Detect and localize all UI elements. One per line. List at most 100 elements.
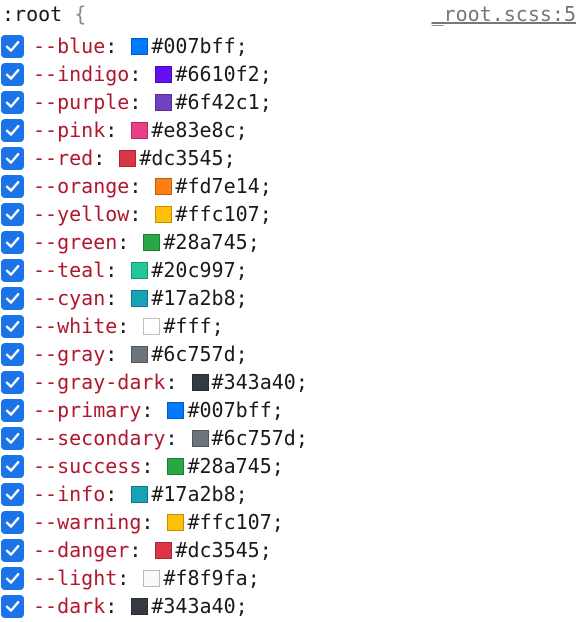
enable-checkbox[interactable]: [1, 174, 24, 198]
property-value[interactable]: #17a2b8: [151, 286, 235, 310]
enable-checkbox[interactable]: [1, 286, 24, 310]
property-value[interactable]: #28a745: [187, 454, 271, 478]
property-value[interactable]: #6f42c1: [175, 90, 259, 114]
declaration-row: --light: #f8f9fa;: [0, 564, 578, 592]
color-swatch[interactable]: [167, 457, 185, 475]
enable-checkbox[interactable]: [1, 482, 24, 506]
property-value[interactable]: #343a40: [212, 370, 296, 394]
color-swatch[interactable]: [131, 485, 149, 503]
enable-checkbox[interactable]: [1, 62, 24, 86]
property-value[interactable]: #17a2b8: [151, 482, 235, 506]
property-value[interactable]: #ffc107: [187, 510, 271, 534]
property-value[interactable]: #007bff: [151, 34, 235, 58]
property-value[interactable]: #6610f2: [175, 62, 259, 86]
checkmark-icon: [5, 600, 20, 612]
property-name[interactable]: --gray: [33, 342, 105, 366]
property-name[interactable]: --success: [33, 454, 141, 478]
property-name[interactable]: --light: [33, 566, 117, 590]
property-name[interactable]: --warning: [33, 510, 141, 534]
property-name[interactable]: --primary: [33, 398, 141, 422]
color-swatch[interactable]: [167, 513, 185, 531]
enable-checkbox[interactable]: [1, 454, 24, 478]
property-name[interactable]: --yellow: [33, 202, 129, 226]
enable-checkbox[interactable]: [1, 90, 24, 114]
property-name[interactable]: --indigo: [33, 62, 129, 86]
property-name[interactable]: --green: [33, 230, 117, 254]
checkmark-icon: [5, 180, 20, 192]
color-swatch[interactable]: [143, 233, 161, 251]
enable-checkbox[interactable]: [1, 370, 24, 394]
color-swatch[interactable]: [131, 37, 149, 55]
enable-checkbox[interactable]: [1, 314, 24, 338]
property-value[interactable]: #6c757d: [212, 426, 296, 450]
property-name[interactable]: --teal: [33, 258, 105, 282]
checkmark-icon: [5, 152, 20, 164]
property-value[interactable]: #007bff: [187, 398, 271, 422]
color-swatch[interactable]: [131, 597, 149, 615]
property-name[interactable]: --blue: [33, 34, 105, 58]
source-link[interactable]: _root.scss:5: [432, 0, 577, 28]
color-swatch[interactable]: [155, 93, 173, 111]
color-swatch[interactable]: [143, 569, 161, 587]
enable-checkbox[interactable]: [1, 342, 24, 366]
property-value[interactable]: #6c757d: [151, 342, 235, 366]
checkmark-icon: [5, 488, 20, 500]
property-value[interactable]: #e83e8c: [151, 118, 235, 142]
property-name[interactable]: --pink: [33, 118, 105, 142]
property-name[interactable]: --red: [33, 146, 93, 170]
enable-checkbox[interactable]: [1, 230, 24, 254]
property-name[interactable]: --gray-dark: [33, 370, 165, 394]
property-value[interactable]: #f8f9fa: [163, 566, 247, 590]
property-name[interactable]: --cyan: [33, 286, 105, 310]
declaration-row: --info: #17a2b8;: [0, 480, 578, 508]
declaration-list: --blue: #007bff; --indigo: #6610f2; --purp…: [0, 32, 578, 620]
enable-checkbox[interactable]: [1, 510, 24, 534]
color-swatch[interactable]: [131, 345, 149, 363]
color-swatch[interactable]: [191, 429, 209, 447]
property-value[interactable]: #dc3545: [139, 146, 223, 170]
color-swatch[interactable]: [167, 401, 185, 419]
enable-checkbox[interactable]: [1, 118, 24, 142]
color-swatch[interactable]: [155, 541, 173, 559]
checkmark-icon: [5, 264, 20, 276]
declaration-row: --danger: #dc3545;: [0, 536, 578, 564]
property-name[interactable]: --orange: [33, 174, 129, 198]
enable-checkbox[interactable]: [1, 566, 24, 590]
checkmark-icon: [5, 68, 20, 80]
property-name[interactable]: --dark: [33, 594, 105, 618]
enable-checkbox[interactable]: [1, 34, 24, 58]
color-swatch[interactable]: [131, 261, 149, 279]
property-value[interactable]: #343a40: [151, 594, 235, 618]
color-swatch[interactable]: [155, 177, 173, 195]
property-name[interactable]: --danger: [33, 538, 129, 562]
property-name[interactable]: --white: [33, 314, 117, 338]
color-swatch[interactable]: [131, 121, 149, 139]
color-swatch[interactable]: [119, 149, 137, 167]
color-swatch[interactable]: [131, 289, 149, 307]
property-name[interactable]: --info: [33, 482, 105, 506]
property-value[interactable]: #dc3545: [175, 538, 259, 562]
enable-checkbox[interactable]: [1, 258, 24, 282]
enable-checkbox[interactable]: [1, 538, 24, 562]
color-swatch[interactable]: [155, 65, 173, 83]
property-name[interactable]: --purple: [33, 90, 129, 114]
property-value[interactable]: #fff: [163, 314, 211, 338]
enable-checkbox[interactable]: [1, 426, 24, 450]
property-value[interactable]: #fd7e14: [175, 174, 259, 198]
property-value[interactable]: #20c997: [151, 258, 235, 282]
property-name[interactable]: --secondary: [33, 426, 165, 450]
colon: :: [129, 62, 154, 86]
declaration-row: --cyan: #17a2b8;: [0, 284, 578, 312]
enable-checkbox[interactable]: [1, 594, 24, 618]
enable-checkbox[interactable]: [1, 398, 24, 422]
color-swatch[interactable]: [143, 317, 161, 335]
enable-checkbox[interactable]: [1, 202, 24, 226]
color-swatch[interactable]: [155, 205, 173, 223]
property-value[interactable]: #28a745: [163, 230, 247, 254]
color-swatch[interactable]: [191, 373, 209, 391]
semicolon: ;: [271, 398, 284, 422]
rule-selector[interactable]: :root {: [2, 0, 86, 28]
property-value[interactable]: #ffc107: [175, 202, 259, 226]
enable-checkbox[interactable]: [1, 146, 24, 170]
semicolon: ;: [247, 566, 260, 590]
